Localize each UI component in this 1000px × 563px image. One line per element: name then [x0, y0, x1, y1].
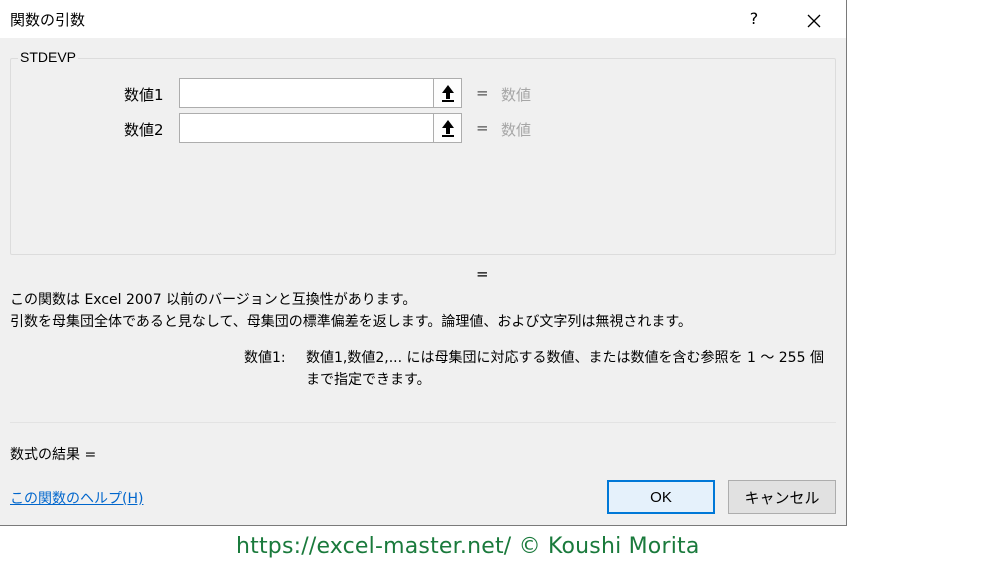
- function-result-equals: =: [476, 265, 489, 283]
- function-arguments-dialog: 関数の引数 ? STDEVP 数値1 = 数値 数値2 = 数値 = この関数は…: [0, 0, 847, 526]
- argument-value-hint: 数値: [501, 86, 532, 104]
- watermark: https://excel-master.net/ © Koushi Morit…: [236, 534, 700, 559]
- dialog-title: 関数の引数: [10, 11, 86, 29]
- parameter-name: 数値1:: [244, 350, 286, 366]
- help-button[interactable]: ?: [734, 3, 774, 35]
- number2-input[interactable]: [179, 113, 433, 143]
- number1-ref-button[interactable]: [433, 78, 462, 108]
- argument-label: 数値1: [124, 86, 164, 104]
- compatibility-note: この関数は Excel 2007 以前のバージョンと互換性があります。: [10, 292, 417, 308]
- title-bar: 関数の引数 ?: [0, 0, 846, 38]
- divider: [10, 422, 836, 423]
- argument-equals: =: [476, 84, 489, 102]
- function-description: 引数を母集団全体であると見なして、母集団の標準偏差を返します。論理値、および文字…: [10, 314, 692, 330]
- number2-ref-button[interactable]: [433, 113, 462, 143]
- argument-row-2: 数値2 = 数値: [0, 113, 846, 143]
- close-icon: [807, 14, 821, 27]
- formula-result: 数式の結果 =: [10, 447, 97, 463]
- argument-equals: =: [476, 119, 489, 137]
- function-name: STDEVP: [18, 49, 79, 65]
- argument-label: 数値2: [124, 121, 164, 139]
- number1-input[interactable]: [179, 78, 433, 108]
- close-button[interactable]: [792, 3, 836, 35]
- collapse-dialog-arrow-icon: [441, 120, 454, 137]
- parameter-description: 数値1,数値2,... には母集団に対応する数値、または数値を含む参照を 1 ～…: [306, 350, 824, 388]
- argument-row-1: 数値1 = 数値: [0, 78, 846, 108]
- argument-value-hint: 数値: [501, 121, 532, 139]
- cancel-button[interactable]: キャンセル: [728, 480, 836, 514]
- ok-button[interactable]: OK: [607, 480, 715, 514]
- function-help-link[interactable]: この関数のヘルプ(H): [10, 488, 143, 508]
- collapse-dialog-arrow-icon: [441, 85, 454, 102]
